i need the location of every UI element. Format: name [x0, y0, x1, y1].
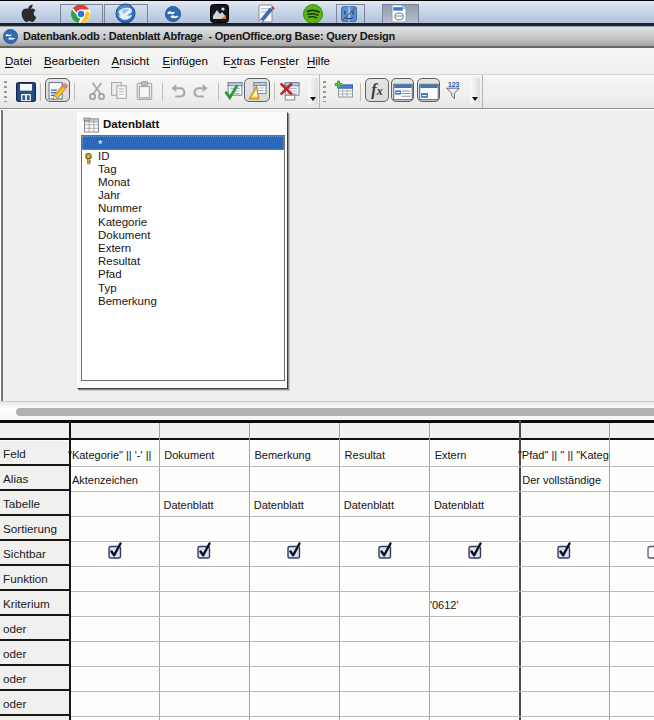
svg-text:123: 123 [448, 81, 460, 88]
